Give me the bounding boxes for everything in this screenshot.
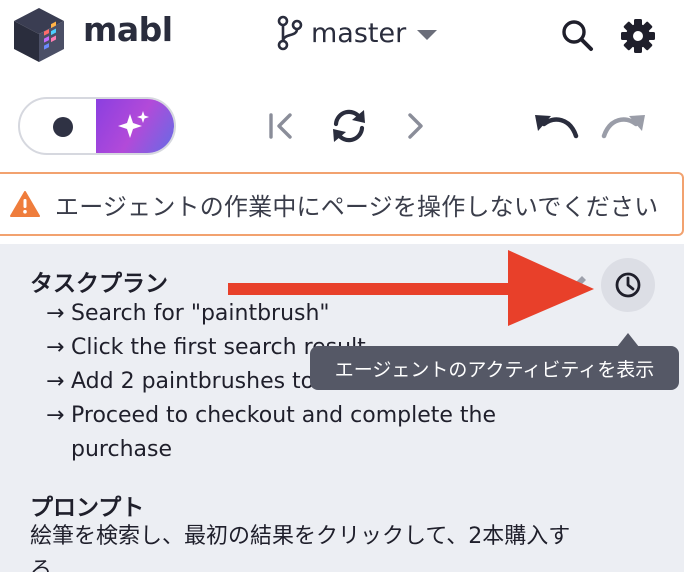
prompt-title: プロンプト: [30, 495, 145, 521]
undo-icon[interactable]: [532, 110, 580, 144]
gear-icon[interactable]: [616, 14, 660, 58]
refresh-icon[interactable]: [328, 106, 370, 146]
annotation-arrow-icon: [228, 250, 594, 326]
view-activity-button[interactable]: [601, 258, 655, 312]
tooltip-pointer: [617, 333, 639, 347]
arrow-right-icon: →: [46, 403, 65, 428]
warning-text: エージェントの作業中にページを操作しないでください: [55, 192, 659, 221]
ai-sparkle-icon: [118, 111, 149, 138]
search-icon[interactable]: [558, 16, 598, 56]
activity-tooltip: エージェントのアクティビティを表示: [310, 346, 679, 390]
arrow-right-icon: →: [46, 369, 65, 394]
brand-name: mabl: [83, 10, 173, 49]
mode-toggle[interactable]: [18, 97, 176, 155]
redo-icon[interactable]: [600, 110, 648, 144]
warning-icon: [10, 191, 40, 217]
mabl-logo: [14, 8, 64, 62]
ai-mode-segment[interactable]: [96, 99, 174, 153]
branch-selector[interactable]: master: [276, 14, 438, 52]
arrow-right-icon: →: [46, 335, 65, 360]
task-plan-title: タスクプラン: [30, 271, 168, 297]
prompt-text: 絵筆を検索し、最初の結果をクリックして、2本購入する: [30, 524, 571, 572]
header: mabl master: [0, 0, 684, 80]
next-icon[interactable]: [404, 110, 428, 142]
clock-icon: [615, 272, 641, 298]
arrow-right-icon: →: [46, 301, 65, 326]
chevron-down-icon: [417, 30, 438, 40]
branch-name: master: [311, 17, 407, 49]
skip-to-start-icon[interactable]: [266, 110, 296, 142]
record-dot-icon: [53, 117, 73, 137]
agent-warning-banner: エージェントの作業中にページを操作しないでください: [0, 172, 684, 236]
git-branch-icon: [277, 15, 303, 51]
list-item: → Proceed to checkout and complete the pu…: [46, 399, 566, 467]
